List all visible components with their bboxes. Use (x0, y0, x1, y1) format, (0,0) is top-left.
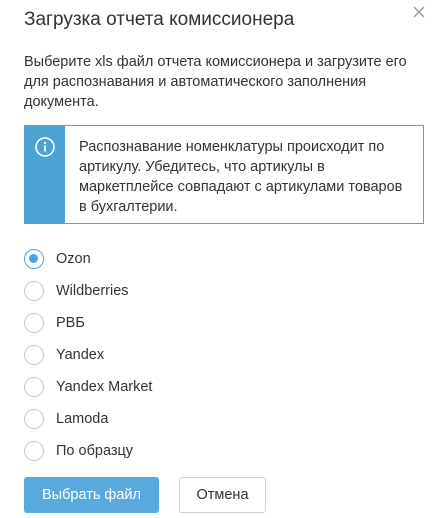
radio-button[interactable] (24, 313, 44, 333)
marketplace-radio-group: Ozon Wildberries РВБ Yandex Yandex Market Lam… (24, 243, 152, 467)
radio-button[interactable] (24, 281, 44, 301)
radio-option[interactable]: Lamoda (24, 403, 152, 435)
radio-option[interactable]: Yandex (24, 339, 152, 371)
info-notice: Распознавание номенклатуры происходит по… (24, 125, 424, 224)
radio-option-label: Ozon (56, 251, 91, 267)
radio-button[interactable] (24, 377, 44, 397)
dialog-title: Загрузка отчета комиссионера (24, 9, 295, 30)
choose-file-button[interactable]: Выбрать файл (24, 477, 159, 513)
radio-button[interactable] (24, 409, 44, 429)
radio-button[interactable] (24, 249, 44, 269)
radio-option[interactable]: Ozon (24, 243, 152, 275)
radio-option[interactable]: РВБ (24, 307, 152, 339)
cancel-button[interactable]: Отмена (179, 477, 266, 513)
info-icon (35, 137, 55, 157)
info-notice-bar (25, 126, 65, 223)
radio-option[interactable]: Wildberries (24, 275, 152, 307)
close-icon (413, 6, 425, 18)
close-button[interactable] (410, 3, 430, 23)
radio-option-label: Lamoda (56, 411, 109, 427)
info-notice-text: Распознавание номенклатуры происходит по… (79, 139, 403, 215)
radio-option-label: РВБ (56, 315, 85, 331)
dialog-description: Выберите xls файл отчета комиссионера и … (24, 54, 407, 110)
radio-button[interactable] (24, 441, 44, 461)
radio-button[interactable] (24, 345, 44, 365)
radio-option[interactable]: Yandex Market (24, 371, 152, 403)
radio-option-label: Yandex (56, 347, 105, 363)
radio-option-label: Wildberries (56, 283, 129, 299)
radio-option[interactable]: По образцу (24, 435, 152, 467)
upload-report-dialog: Загрузка отчета комиссионера Выберите xl… (0, 0, 446, 518)
radio-option-label: Yandex Market (56, 379, 153, 395)
radio-option-label: По образцу (56, 443, 134, 459)
